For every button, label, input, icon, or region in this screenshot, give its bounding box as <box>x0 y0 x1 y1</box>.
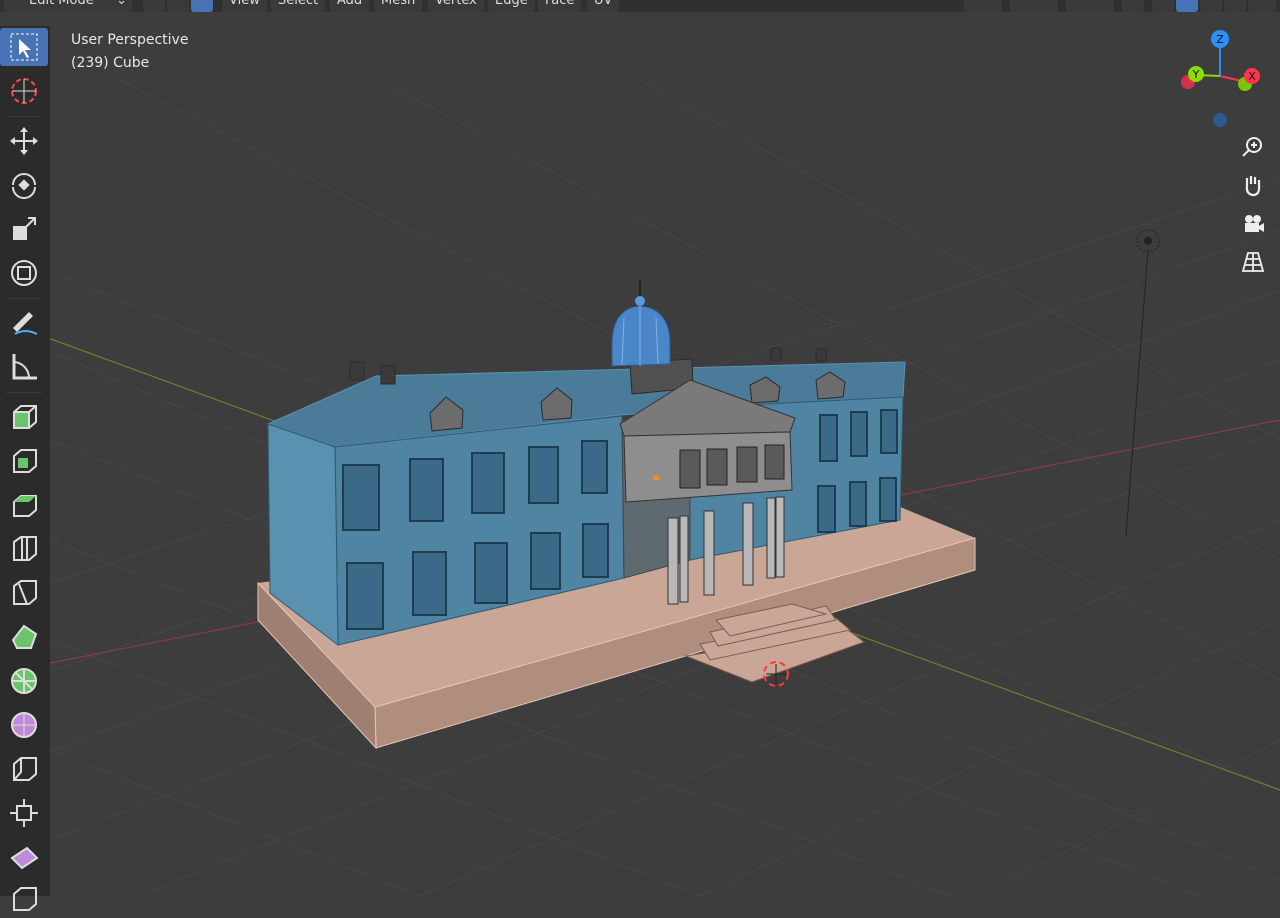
menu-vertex-label: Vertex <box>435 0 477 8</box>
gizmo-x-label: X <box>1248 70 1256 83</box>
view-name: User Perspective <box>71 32 189 48</box>
transform-pivot-icon[interactable] <box>1010 0 1058 12</box>
menu-face-label: Face <box>545 0 575 8</box>
move-icon <box>10 127 38 155</box>
bevel-tool[interactable] <box>0 530 48 568</box>
shrink-fatten-icon <box>10 799 38 827</box>
scale-icon <box>13 217 36 240</box>
gizmo-z-label: Z <box>1216 33 1224 46</box>
rip-region-tool[interactable] <box>0 880 48 918</box>
cursor-icon <box>11 78 37 104</box>
loop-cut-icon <box>13 580 37 605</box>
shear-tool[interactable] <box>0 838 48 876</box>
hand-icon <box>1245 176 1261 197</box>
zoom-button[interactable] <box>1236 130 1270 164</box>
navigation-gizmo[interactable]: Z Y X <box>1181 30 1260 127</box>
light-line <box>1125 249 1149 536</box>
rotate-tool[interactable] <box>0 166 48 204</box>
header-bar: Edit Mode ⌄ View Select Add Mesh Vertex … <box>0 0 1280 12</box>
scale-tool[interactable] <box>0 210 48 248</box>
edge-slide-icon <box>13 757 37 781</box>
menu-edge-label: Edge <box>495 0 528 8</box>
wireframe-shading-icon[interactable] <box>1152 0 1174 12</box>
vertex-select-icon[interactable] <box>143 0 165 12</box>
solid-shading-icon[interactable] <box>1176 0 1198 12</box>
bevel-icon <box>13 536 37 561</box>
object-info: (239) Cube <box>71 55 150 71</box>
annotate-tool[interactable] <box>0 304 48 342</box>
menu-select[interactable]: Select <box>271 0 326 12</box>
menu-uv-label: UV <box>594 0 613 8</box>
overlays-icon[interactable] <box>1066 0 1114 12</box>
knife-icon <box>11 624 38 649</box>
mode-selector[interactable]: Edit Mode ⌄ <box>4 0 132 12</box>
edge-slide-tool[interactable] <box>0 750 48 788</box>
menu-mesh[interactable]: Mesh <box>374 0 423 12</box>
measure-icon <box>12 354 37 380</box>
pan-button[interactable] <box>1236 168 1270 202</box>
shading-options-icon[interactable] <box>1248 0 1276 12</box>
grid-perspective-icon <box>1241 252 1265 272</box>
menu-vertex[interactable]: Vertex <box>428 0 484 12</box>
loop-cut-tool[interactable] <box>0 574 48 612</box>
light-object[interactable] <box>1136 229 1160 253</box>
menu-add[interactable]: Add <box>330 0 370 12</box>
annotate-icon <box>13 312 38 335</box>
inset-faces-tool[interactable] <box>0 486 48 524</box>
select-box-icon <box>10 33 38 61</box>
viewport-info: User Perspective (239) Cube <box>71 29 188 75</box>
extrude-region-icon <box>13 449 37 473</box>
measure-tool[interactable] <box>0 348 48 386</box>
spin-icon <box>11 668 37 694</box>
menu-face[interactable]: Face <box>538 0 582 12</box>
face-select-icon[interactable] <box>191 0 213 12</box>
move-tool[interactable] <box>0 122 48 160</box>
menu-view[interactable]: View <box>222 0 267 12</box>
rip-region-icon <box>13 887 37 911</box>
menu-select-label: Select <box>278 0 319 8</box>
xray-toggle-icon[interactable] <box>1122 0 1144 12</box>
add-cube-icon <box>13 405 37 429</box>
inset-faces-icon <box>13 495 37 517</box>
menu-view-label: View <box>229 0 260 8</box>
rendered-shading-icon[interactable] <box>1224 0 1246 12</box>
menu-uv[interactable]: UV <box>587 0 620 12</box>
menu-add-label: Add <box>337 0 363 8</box>
tool-shelf <box>0 26 50 911</box>
ortho-toggle-button[interactable] <box>1236 245 1270 279</box>
edge-select-icon[interactable] <box>167 0 189 12</box>
rotate-icon <box>12 173 36 199</box>
zoom-icon <box>1242 137 1262 157</box>
select-box-tool[interactable] <box>0 28 48 66</box>
menu-mesh-label: Mesh <box>381 0 416 8</box>
gizmo-y-label: Y <box>1192 68 1200 81</box>
chevron-down-icon: ⌄ <box>116 0 127 8</box>
cursor-tool[interactable] <box>0 72 48 110</box>
select-tool-dropdown-icon[interactable] <box>964 0 1002 12</box>
mode-label: Edit Mode <box>29 0 94 8</box>
shear-icon <box>10 846 39 870</box>
menu-edge[interactable]: Edge <box>488 0 535 12</box>
camera-view-button[interactable] <box>1236 207 1270 241</box>
transform-icon <box>11 260 37 286</box>
extrude-region-tool[interactable] <box>0 442 48 480</box>
transform-tool[interactable] <box>0 254 48 292</box>
shrink-fatten-tool[interactable] <box>0 794 48 832</box>
add-cube-tool[interactable] <box>0 398 48 436</box>
3d-viewport[interactable]: Z Y X <box>0 0 1280 896</box>
camera-icon <box>1245 215 1264 232</box>
material-preview-icon[interactable] <box>1200 0 1222 12</box>
smooth-icon <box>11 712 37 738</box>
knife-tool[interactable] <box>0 618 48 656</box>
dome <box>611 280 671 367</box>
spin-tool[interactable] <box>0 662 48 700</box>
smooth-tool[interactable] <box>0 706 48 744</box>
